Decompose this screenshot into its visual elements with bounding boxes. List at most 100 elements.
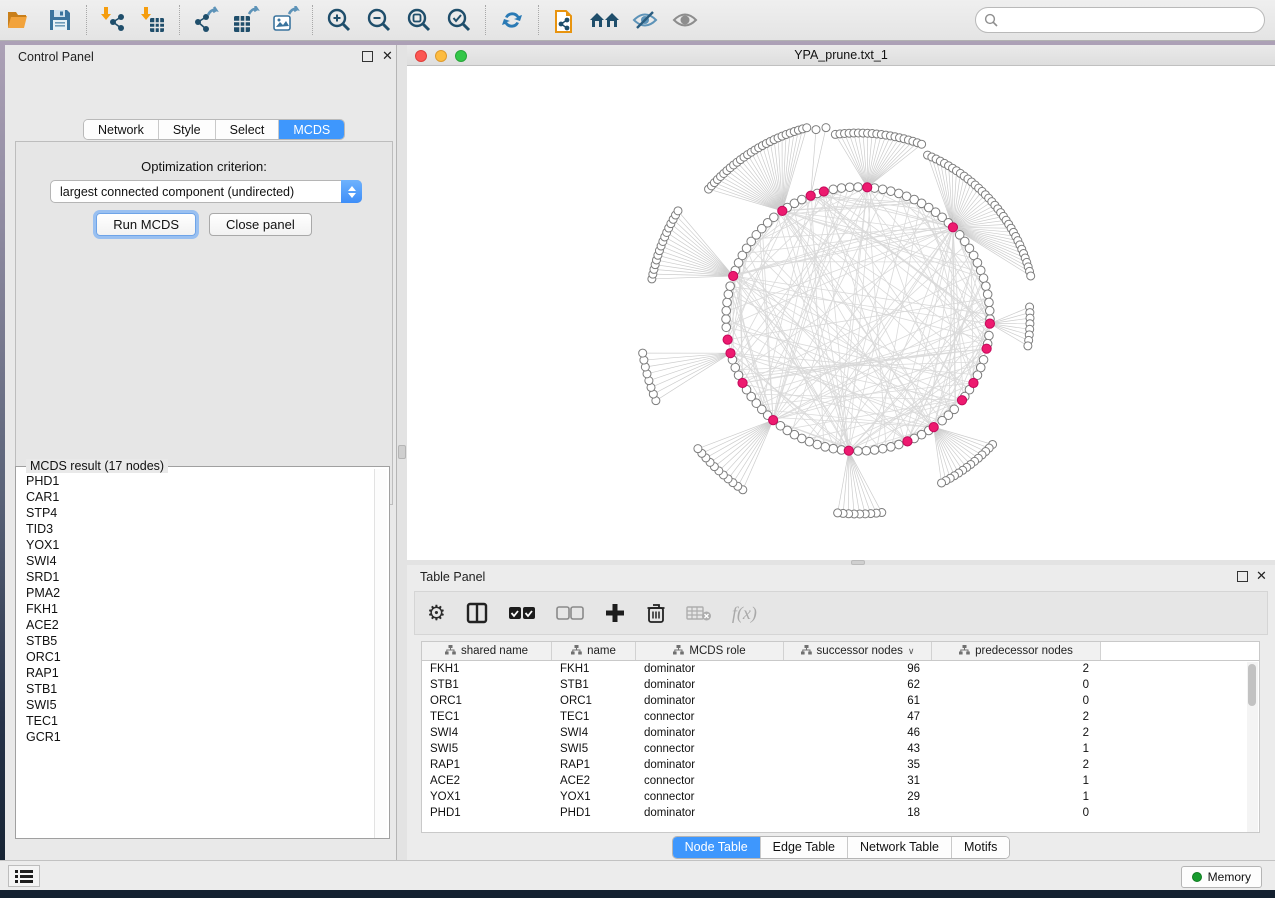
show-column-icon[interactable] xyxy=(466,598,488,628)
ring-node[interactable] xyxy=(837,184,846,193)
run-mcds-button[interactable]: Run MCDS xyxy=(96,213,196,236)
zoom-fit-icon[interactable] xyxy=(402,5,436,35)
ring-node[interactable] xyxy=(723,298,732,307)
ring-node[interactable] xyxy=(894,440,903,449)
leaf-node[interactable] xyxy=(803,124,811,132)
zoom-out-icon[interactable] xyxy=(362,5,396,35)
table-cell[interactable]: 47 xyxy=(784,709,932,725)
result-list-item[interactable]: PHD1 xyxy=(18,473,374,489)
table-cell[interactable]: 62 xyxy=(784,677,932,693)
mcds-hub-node[interactable] xyxy=(806,191,815,200)
ring-node[interactable] xyxy=(887,187,896,196)
show-all-eye-icon[interactable] xyxy=(668,5,702,35)
zoom-in-icon[interactable] xyxy=(322,5,356,35)
task-history-button[interactable] xyxy=(8,865,40,887)
result-list-item[interactable]: STB1 xyxy=(18,681,374,697)
leaf-node[interactable] xyxy=(938,479,946,487)
table-scrollbar[interactable] xyxy=(1247,662,1258,832)
result-list-item[interactable]: PMA2 xyxy=(18,585,374,601)
table-cell[interactable]: 31 xyxy=(784,773,932,789)
table-cell[interactable]: 43 xyxy=(784,741,932,757)
table-row[interactable]: STB1STB1dominator620 xyxy=(422,677,1259,693)
deselect-all-icon[interactable] xyxy=(556,598,584,628)
table-cell[interactable]: STB1 xyxy=(552,677,636,693)
table-cell[interactable]: FKH1 xyxy=(422,661,552,677)
result-list-item[interactable]: YOX1 xyxy=(18,537,374,553)
table-cell[interactable]: 0 xyxy=(932,693,1101,709)
zoom-selected-icon[interactable] xyxy=(442,5,476,35)
tab-network[interactable]: Network xyxy=(84,120,159,139)
column-header-MCDS-role[interactable]: MCDS role xyxy=(636,642,784,660)
mcds-hub-node[interactable] xyxy=(982,344,991,353)
table-cell[interactable]: ACE2 xyxy=(552,773,636,789)
mcds-hub-node[interactable] xyxy=(903,437,912,446)
column-header-name[interactable]: name xyxy=(552,642,636,660)
result-list-item[interactable]: STP4 xyxy=(18,505,374,521)
leaf-node[interactable] xyxy=(674,207,682,215)
table-options-gear-icon[interactable]: ⚙ xyxy=(427,598,446,628)
table-row[interactable]: SWI5SWI5connector431 xyxy=(422,741,1259,757)
delete-row-trash-icon[interactable] xyxy=(646,598,666,628)
ring-node[interactable] xyxy=(770,213,779,222)
table-row[interactable]: FKH1FKH1dominator962 xyxy=(422,661,1259,677)
table-cell[interactable]: 35 xyxy=(784,757,932,773)
table-cell[interactable]: RAP1 xyxy=(422,757,552,773)
result-list-item[interactable]: ORC1 xyxy=(18,649,374,665)
tab-node-table[interactable]: Node Table xyxy=(673,837,761,858)
ring-node[interactable] xyxy=(862,446,871,455)
table-cell[interactable]: SWI5 xyxy=(552,741,636,757)
mcds-hub-node[interactable] xyxy=(957,396,966,405)
result-list-item[interactable]: SWI4 xyxy=(18,553,374,569)
table-cell[interactable]: ORC1 xyxy=(422,693,552,709)
function-builder-icon[interactable]: f(x) xyxy=(732,598,757,628)
ring-node[interactable] xyxy=(870,446,879,455)
ring-node[interactable] xyxy=(985,331,994,340)
ring-node[interactable] xyxy=(797,195,806,204)
ring-node[interactable] xyxy=(983,290,992,299)
table-cell[interactable]: connector xyxy=(636,789,784,805)
table-cell[interactable]: 1 xyxy=(932,789,1101,805)
mcds-hub-node[interactable] xyxy=(769,416,778,425)
table-row[interactable]: SWI4SWI4dominator462 xyxy=(422,725,1259,741)
result-list-scrollbar[interactable] xyxy=(374,469,387,838)
splitter-handle[interactable] xyxy=(398,445,406,459)
table-cell[interactable]: SWI4 xyxy=(422,725,552,741)
table-cell[interactable]: PHD1 xyxy=(552,805,636,821)
table-cell[interactable]: YOX1 xyxy=(552,789,636,805)
mcds-hub-node[interactable] xyxy=(723,335,732,344)
close-panel-icon[interactable]: ✕ xyxy=(1256,568,1267,584)
table-cell[interactable]: 29 xyxy=(784,789,932,805)
leaf-node[interactable] xyxy=(1027,272,1035,280)
tab-motifs[interactable]: Motifs xyxy=(952,837,1009,858)
result-list-item[interactable]: TID3 xyxy=(18,521,374,537)
leaf-node[interactable] xyxy=(834,509,842,517)
open-file-icon[interactable] xyxy=(3,5,37,35)
ring-node[interactable] xyxy=(722,323,731,332)
ring-node[interactable] xyxy=(829,185,838,194)
float-window-icon[interactable] xyxy=(362,51,373,62)
mcds-hub-node[interactable] xyxy=(819,187,828,196)
result-list-item[interactable]: CAR1 xyxy=(18,489,374,505)
close-panel-icon[interactable]: ✕ xyxy=(382,48,393,64)
table-cell[interactable]: RAP1 xyxy=(552,757,636,773)
table-cell[interactable]: 96 xyxy=(784,661,932,677)
result-list-item[interactable]: GCR1 xyxy=(18,729,374,745)
table-cell[interactable]: 1 xyxy=(932,741,1101,757)
ring-node[interactable] xyxy=(829,444,838,453)
leaf-node[interactable] xyxy=(1024,342,1032,350)
clone-network-icon[interactable] xyxy=(548,5,582,35)
ring-node[interactable] xyxy=(938,416,947,425)
table-row[interactable]: PHD1PHD1dominator180 xyxy=(422,805,1259,821)
mcds-hub-node[interactable] xyxy=(738,378,747,387)
result-list-item[interactable]: SRD1 xyxy=(18,569,374,585)
mcds-hub-node[interactable] xyxy=(948,223,957,232)
table-row[interactable]: RAP1RAP1dominator352 xyxy=(422,757,1259,773)
table-cell[interactable]: 2 xyxy=(932,757,1101,773)
delete-table-icon[interactable] xyxy=(686,598,712,628)
column-header-predecessor-nodes[interactable]: predecessor nodes xyxy=(932,642,1101,660)
import-network-icon[interactable] xyxy=(96,5,130,35)
leaf-node[interactable] xyxy=(822,124,830,132)
ring-node[interactable] xyxy=(878,444,887,453)
table-cell[interactable]: 0 xyxy=(932,805,1101,821)
table-cell[interactable]: dominator xyxy=(636,725,784,741)
